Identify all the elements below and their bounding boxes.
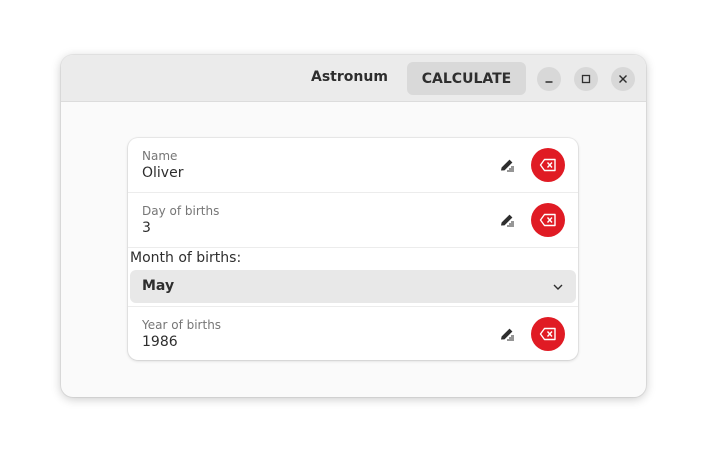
birth-data-form: Name Oliver Day of births 3 Month of bir… <box>128 138 578 360</box>
day-entry-row[interactable]: Day of births 3 <box>128 193 578 248</box>
name-label: Name <box>142 149 178 163</box>
month-label: Month of births: <box>130 250 242 266</box>
pencil-edit-icon[interactable] <box>498 211 516 229</box>
close-button[interactable] <box>611 67 635 91</box>
pencil-edit-icon[interactable] <box>498 156 516 174</box>
backspace-clear-icon <box>539 213 556 227</box>
month-dropdown[interactable]: May <box>130 270 576 303</box>
clear-year-button[interactable] <box>531 317 565 351</box>
name-field[interactable]: Oliver <box>142 165 183 181</box>
backspace-clear-icon <box>539 327 556 341</box>
backspace-clear-icon <box>539 158 556 172</box>
minimize-icon <box>545 81 553 83</box>
month-selected-value: May <box>142 278 175 294</box>
pencil-edit-icon[interactable] <box>498 325 516 343</box>
name-entry-row[interactable]: Name Oliver <box>128 138 578 193</box>
day-label: Day of births <box>142 204 220 218</box>
minimize-button[interactable] <box>537 67 561 91</box>
year-entry-row[interactable]: Year of births 1986 <box>128 307 578 361</box>
calculate-button[interactable]: CALCULATE <box>407 62 526 95</box>
app-window: Astronum CALCULATE Name Oliver Day of bi… <box>61 55 646 397</box>
close-icon <box>619 75 627 83</box>
year-field[interactable]: 1986 <box>142 334 178 350</box>
window-title: Astronum <box>311 69 388 85</box>
day-field[interactable]: 3 <box>142 220 151 236</box>
header-bar: Astronum CALCULATE <box>61 55 646 102</box>
clear-name-button[interactable] <box>531 148 565 182</box>
chevron-down-icon <box>553 284 563 290</box>
maximize-icon <box>581 74 591 84</box>
clear-day-button[interactable] <box>531 203 565 237</box>
maximize-button[interactable] <box>574 67 598 91</box>
year-label: Year of births <box>142 318 222 332</box>
